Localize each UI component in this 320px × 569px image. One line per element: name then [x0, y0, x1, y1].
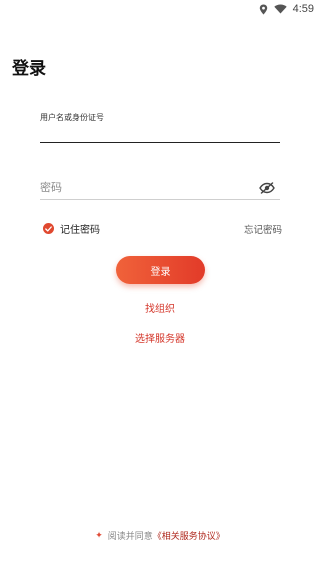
find-organization-link[interactable]: 找组织 [0, 300, 320, 315]
password-input[interactable] [40, 178, 252, 198]
service-agreement-link[interactable]: 《相关服务协议》 [153, 529, 225, 542]
username-label: 用户名或身份证号 [40, 113, 104, 122]
username-input[interactable] [40, 124, 280, 142]
eye-slash-icon [259, 182, 275, 194]
check-icon [43, 223, 54, 234]
status-time: 4:59 [292, 3, 314, 15]
login-button[interactable]: 登录 [116, 256, 205, 284]
agreement-prefix: 阅读并同意 [107, 532, 153, 542]
wifi-icon [273, 4, 287, 14]
username-underline [40, 142, 280, 143]
location-icon [259, 4, 268, 15]
remember-password-checkbox[interactable]: 记住密码 [43, 221, 100, 236]
password-visibility-toggle[interactable] [258, 181, 276, 195]
forgot-password-link[interactable]: 忘记密码 [244, 222, 282, 236]
select-server-link[interactable]: 选择服务器 [0, 330, 320, 345]
agreement-row: ✦ 阅读并同意 《相关服务协议》 [0, 529, 320, 543]
page-title: 登录 [12, 59, 46, 79]
password-underline [40, 199, 280, 200]
status-bar: 4:59 [0, 0, 320, 18]
remember-password-label: 记住密码 [60, 225, 100, 236]
agreement-checkbox[interactable]: ✦ [95, 531, 103, 541]
